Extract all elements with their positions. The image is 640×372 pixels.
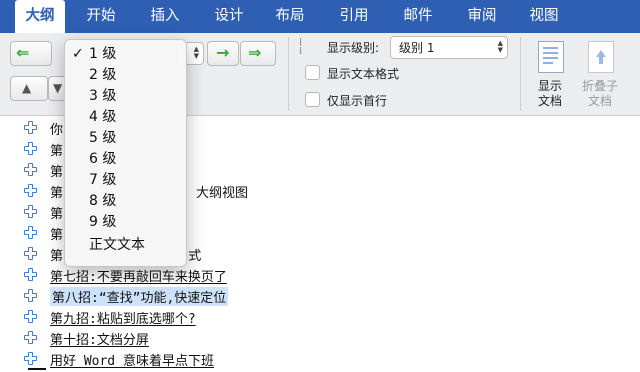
stepper-arrows-icon: ▲ ▼ — [497, 39, 503, 54]
document-icon — [538, 41, 564, 73]
demote-to-body-button[interactable]: ⇒ — [240, 41, 276, 66]
show-level-label: 显示级别: — [327, 41, 380, 55]
promote-to-heading1-button[interactable]: ⇐ — [10, 41, 52, 66]
collapse-subdocuments-button[interactable]: 折叠子 文档 — [576, 37, 624, 111]
expand-plus-icon[interactable] — [24, 289, 37, 302]
end-of-document-marker — [28, 368, 46, 370]
tab-home[interactable]: 开始 — [76, 0, 126, 33]
tab-review[interactable]: 审阅 — [457, 0, 507, 33]
tab-mailings[interactable]: 邮件 — [393, 0, 443, 33]
expand-plus-icon[interactable] — [24, 226, 37, 239]
triangle-down-icon: ▼ — [53, 81, 63, 95]
show-document-button[interactable]: 显示 文档 — [528, 37, 572, 111]
ribbon-tab-bar: 大纲 开始 插入 设计 布局 引用 邮件 审阅 视图 — [0, 0, 640, 33]
tab-design[interactable]: 设计 — [204, 0, 254, 33]
tab-outline[interactable]: 大纲 — [15, 0, 65, 33]
stepper-arrows-icon: ▲ ▼ — [193, 45, 199, 60]
expand-plus-icon[interactable] — [24, 163, 37, 176]
move-up-button[interactable]: ▲ — [10, 76, 48, 101]
menu-item-level-4[interactable]: 4 级 — [65, 107, 186, 128]
show-first-line-label: 仅显示首行 — [327, 94, 388, 108]
menu-item-level-7[interactable]: 7 级 — [65, 170, 186, 191]
tab-references[interactable]: 引用 — [329, 0, 379, 33]
show-level-select[interactable]: 级别 1 ▲ ▼ — [390, 36, 508, 59]
outline-level-dropdown-menu: ✓ 1 级 2 级 3 级 4 级 5 级 6 级 7 级 8 级 9 级 正文文… — [64, 39, 187, 267]
show-level-value: 级别 1 — [399, 41, 435, 55]
menu-item-level-6[interactable]: 6 级 — [65, 149, 186, 170]
expand-plus-icon[interactable] — [24, 310, 37, 323]
expand-plus-icon[interactable] — [24, 352, 37, 365]
collapse-document-icon — [588, 41, 614, 73]
expand-plus-icon[interactable] — [24, 121, 37, 134]
toolbar-divider — [288, 37, 289, 111]
menu-item-level-5[interactable]: 5 级 — [65, 128, 186, 149]
show-first-line-checkbox[interactable] — [305, 92, 320, 107]
menu-item-body-text[interactable]: 正文文本 — [65, 235, 186, 256]
tab-insert[interactable]: 插入 — [140, 0, 190, 33]
outline-level-icon: ⁞ ⁞ — [299, 37, 303, 57]
menu-item-level-3[interactable]: 3 级 — [65, 86, 186, 107]
double-left-arrow-icon: ⇐ — [16, 43, 30, 62]
checkmark-icon: ✓ — [72, 46, 84, 62]
expand-plus-icon[interactable] — [24, 247, 37, 260]
menu-item-level-9[interactable]: 9 级 — [65, 212, 186, 233]
show-text-format-label: 显示文本格式 — [327, 67, 400, 81]
menu-item-level-8[interactable]: 8 级 — [65, 191, 186, 212]
toolbar-divider — [520, 37, 521, 111]
right-arrow-icon: → — [216, 43, 230, 62]
expand-plus-icon[interactable] — [24, 184, 37, 197]
show-document-label: 显示 文档 — [537, 79, 562, 108]
expand-plus-icon[interactable] — [24, 331, 37, 344]
menu-item-level-2[interactable]: 2 级 — [65, 65, 186, 86]
expand-plus-icon[interactable] — [24, 142, 37, 155]
triangle-up-icon: ▲ — [22, 81, 32, 95]
double-right-arrow-icon: ⇒ — [248, 43, 262, 62]
tab-view[interactable]: 视图 — [519, 0, 569, 33]
tab-layout[interactable]: 布局 — [265, 0, 315, 33]
menu-item-level-1[interactable]: ✓ 1 级 — [65, 44, 186, 65]
expand-plus-icon[interactable] — [24, 268, 37, 281]
expand-plus-icon[interactable] — [24, 205, 37, 218]
show-text-format-checkbox[interactable] — [305, 65, 320, 80]
demote-button[interactable]: → — [207, 41, 239, 66]
collapse-subdocuments-label: 折叠子 文档 — [581, 79, 618, 108]
